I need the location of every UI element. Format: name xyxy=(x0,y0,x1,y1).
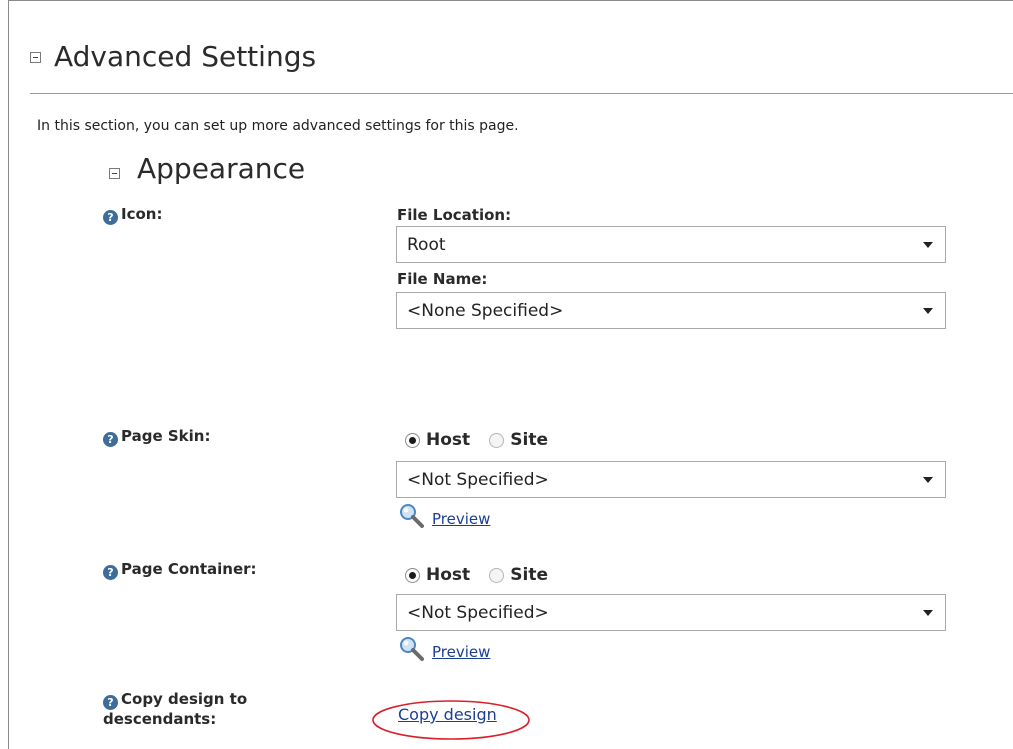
page-skin-preview-link[interactable]: Preview xyxy=(432,510,490,528)
page-skin-label: ? Page Skin: xyxy=(103,427,210,447)
page-skin-label-text: Page Skin: xyxy=(121,427,211,445)
page-container-select[interactable]: <Not Specified> xyxy=(396,594,946,631)
file-location-value: Root xyxy=(407,235,446,255)
magnifier-icon xyxy=(400,637,424,661)
page-skin-value: <Not Specified> xyxy=(407,470,549,490)
page-container-site-radio[interactable] xyxy=(489,567,505,583)
page-container-radio-group: Host Site xyxy=(405,565,562,587)
copy-design-label-line1: Copy design to xyxy=(121,690,248,708)
chevron-down-icon xyxy=(923,477,933,483)
page-skin-radio-group: Host Site xyxy=(405,430,562,452)
page-container-label-text: Page Container: xyxy=(121,560,257,578)
file-location-label: File Location: xyxy=(397,206,512,224)
chevron-down-icon xyxy=(923,308,933,314)
copy-design-link[interactable]: Copy design xyxy=(398,705,497,724)
page-container-host-label: Host xyxy=(426,565,471,585)
file-name-select[interactable]: <None Specified> xyxy=(396,292,946,329)
page-skin-host-option[interactable]: Host xyxy=(405,430,470,450)
file-name-label: File Name: xyxy=(397,270,488,288)
page-container-site-option[interactable]: Site xyxy=(489,565,548,585)
page-container-host-option[interactable]: Host xyxy=(405,565,470,585)
question-circle-icon[interactable]: ? xyxy=(103,210,118,225)
page-skin-select[interactable]: <Not Specified> xyxy=(396,461,946,498)
icon-label-text: Icon: xyxy=(121,205,163,223)
copy-design-label: ? Copy design to descendants: xyxy=(103,690,247,729)
file-name-value: <None Specified> xyxy=(407,301,564,321)
page-skin-site-option[interactable]: Site xyxy=(489,430,548,450)
page-skin-host-radio[interactable] xyxy=(405,432,420,448)
page-skin-site-label: Site xyxy=(510,430,548,450)
advanced-settings-collapse-icon[interactable] xyxy=(30,52,41,63)
chevron-down-icon xyxy=(923,610,933,616)
page-container-host-radio[interactable] xyxy=(405,567,420,583)
page-container-site-label: Site xyxy=(510,565,548,585)
section-divider xyxy=(30,93,1013,94)
file-location-select[interactable]: Root xyxy=(396,226,946,263)
section-intro-text: In this section, you can set up more adv… xyxy=(37,118,519,134)
magnifier-icon xyxy=(400,504,424,528)
page-skin-host-label: Host xyxy=(426,430,471,450)
question-circle-icon[interactable]: ? xyxy=(103,432,118,447)
frame-top-border xyxy=(8,0,1013,1)
copy-design-label-line2: descendants: xyxy=(103,710,217,728)
appearance-collapse-icon[interactable] xyxy=(109,168,120,179)
question-circle-icon[interactable]: ? xyxy=(103,695,118,710)
page-container-preview-link[interactable]: Preview xyxy=(432,643,490,661)
question-circle-icon[interactable]: ? xyxy=(103,565,118,580)
appearance-title: Appearance xyxy=(137,152,306,185)
page-skin-site-radio[interactable] xyxy=(489,432,505,448)
frame-left-border xyxy=(8,0,9,749)
page-container-label: ? Page Container: xyxy=(103,560,257,580)
page-container-value: <Not Specified> xyxy=(407,603,549,623)
advanced-settings-title: Advanced Settings xyxy=(54,40,317,73)
chevron-down-icon xyxy=(923,242,933,248)
icon-label: ? Icon: xyxy=(103,205,162,225)
